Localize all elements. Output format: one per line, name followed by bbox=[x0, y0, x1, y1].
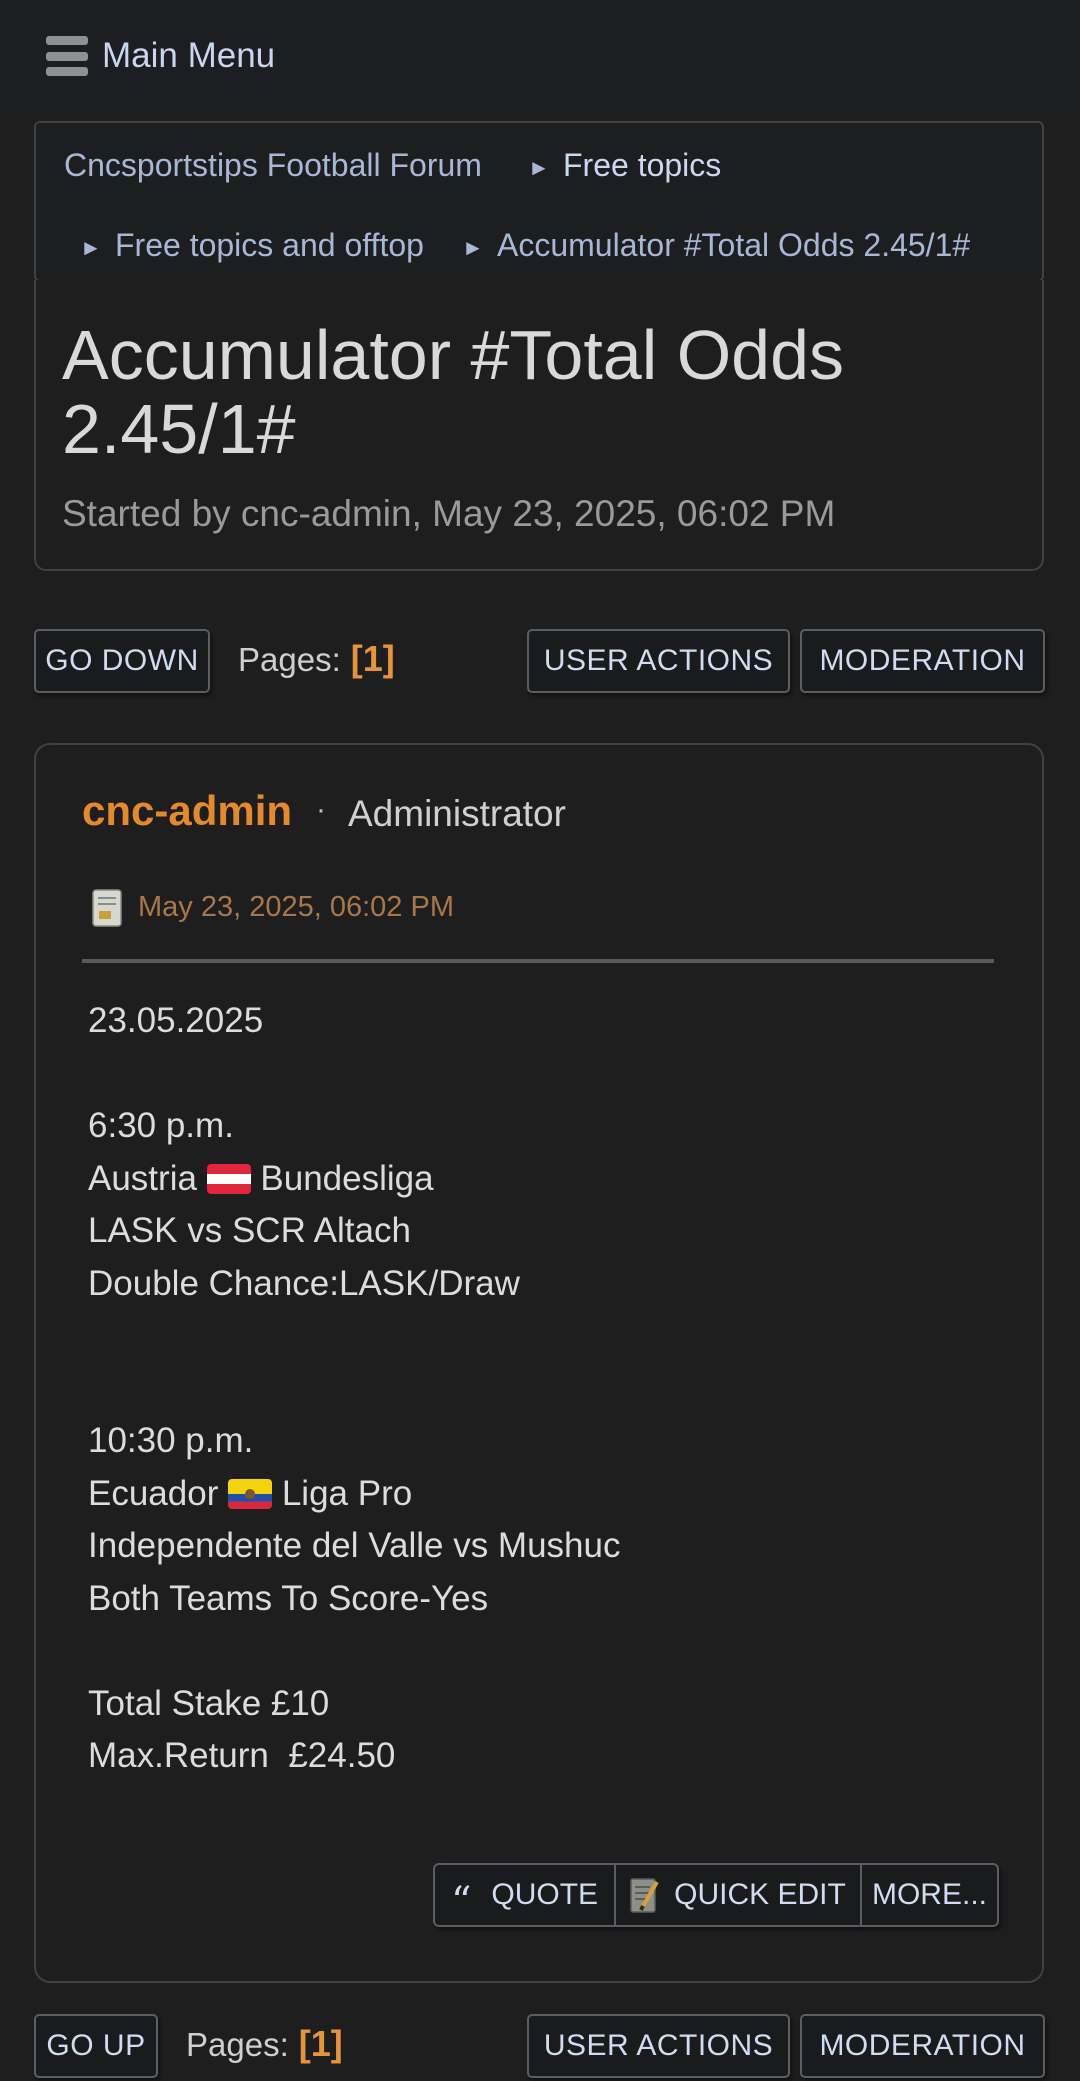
page-link-current[interactable]: [1] bbox=[351, 638, 395, 679]
quote-label: QUOTE bbox=[491, 1878, 599, 1911]
post-line: LASK vs SCR Altach bbox=[88, 1211, 411, 1250]
breadcrumb-free-topics-link[interactable]: Free topics bbox=[563, 147, 721, 184]
league-bundesliga: Bundesliga bbox=[260, 1158, 434, 1198]
quick-edit-label: QUICK EDIT bbox=[674, 1878, 846, 1911]
breadcrumb-topic-link[interactable]: Accumulator #Total Odds 2.45/1# bbox=[497, 227, 970, 264]
go-up-button[interactable]: GO UP bbox=[34, 2014, 158, 2078]
topic-started-by: Started by cnc-admin, May 23, 2025, 06:0… bbox=[62, 493, 836, 534]
post-divider bbox=[82, 959, 994, 963]
post-line: Both Teams To Score-Yes bbox=[88, 1578, 489, 1618]
top-bar: Main Menu bbox=[0, 0, 1080, 112]
hamburger-icon bbox=[46, 36, 88, 76]
post-line: Max.Return £24.50 bbox=[88, 1736, 396, 1775]
quote-button[interactable]: “ QUOTE bbox=[433, 1863, 616, 1927]
pages-label: Pages: bbox=[186, 2026, 289, 2063]
post-line: 23.05.2025 bbox=[88, 1001, 264, 1040]
quote-icon: “ bbox=[450, 1879, 472, 1925]
pagination-bottom: Pages: [1] bbox=[186, 2023, 343, 2065]
main-menu-label: Main Menu bbox=[102, 36, 276, 75]
post-line: 10:30 p.m. bbox=[88, 1421, 254, 1460]
moderation-button-bottom[interactable]: MODERATION bbox=[800, 2014, 1045, 2078]
separator-dot: · bbox=[316, 793, 326, 826]
post-body: 23.05.2025 6:30 p.m. Austria Bundesliga … bbox=[88, 995, 988, 1783]
main-menu-button[interactable]: Main Menu bbox=[46, 30, 275, 82]
post-actions: “ QUOTE QUICK EDIT MORE... bbox=[433, 1863, 999, 1927]
post-line: Total Stake £10 bbox=[88, 1683, 330, 1723]
austria-flag-icon bbox=[206, 1163, 251, 1194]
pagination: Pages: [1] bbox=[238, 638, 395, 680]
topic-header: Accumulator #Total Odds 2.45/1# Started … bbox=[34, 280, 1044, 571]
breadcrumb-separator-icon: ► bbox=[80, 235, 102, 260]
page-link-current[interactable]: [1] bbox=[299, 2023, 343, 2064]
country-austria: Austria bbox=[88, 1158, 197, 1198]
breadcrumb-forum-link[interactable]: Cncsportstips Football Forum bbox=[64, 147, 482, 184]
post-line: Ecuador Liga Pro bbox=[88, 1468, 988, 1521]
user-actions-button-bottom[interactable]: USER ACTIONS bbox=[527, 2014, 790, 2078]
post-line: Independente del Valle vs Mushuc bbox=[88, 1526, 621, 1565]
post-author-role: Administrator bbox=[348, 793, 566, 834]
moderation-button[interactable]: MODERATION bbox=[800, 629, 1045, 693]
pages-label: Pages: bbox=[238, 641, 341, 678]
league-liga-pro: Liga Pro bbox=[281, 1473, 413, 1513]
breadcrumb-separator-icon: ► bbox=[462, 235, 484, 260]
more-label: MORE... bbox=[871, 1878, 987, 1911]
post-line: Austria Bundesliga bbox=[88, 1153, 988, 1206]
post-date-link[interactable]: May 23, 2025, 06:02 PM bbox=[138, 891, 454, 924]
post-author-link[interactable]: cnc-admin bbox=[82, 787, 292, 835]
country-ecuador: Ecuador bbox=[88, 1473, 219, 1513]
breadcrumb-offtop-link[interactable]: Free topics and offtop bbox=[115, 227, 424, 264]
edit-icon bbox=[630, 1878, 659, 1913]
go-down-button[interactable]: GO DOWN bbox=[34, 629, 210, 693]
post-container: cnc-admin · Administrator May 23, 2025, … bbox=[34, 743, 1044, 1983]
document-icon bbox=[92, 889, 122, 927]
post-line: Double Chance:LASK/Draw bbox=[88, 1263, 520, 1303]
post-line: 6:30 p.m. bbox=[88, 1106, 234, 1145]
breadcrumb-separator-icon: ► bbox=[528, 155, 550, 180]
user-actions-button[interactable]: USER ACTIONS bbox=[527, 629, 790, 693]
ecuador-flag-icon bbox=[228, 1478, 273, 1509]
quick-edit-button[interactable]: QUICK EDIT bbox=[614, 1863, 862, 1927]
breadcrumb: Cncsportstips Football Forum ► Free topi… bbox=[34, 121, 1044, 282]
more-button[interactable]: MORE... bbox=[860, 1863, 999, 1927]
page-title: Accumulator #Total Odds 2.45/1# bbox=[62, 316, 845, 468]
